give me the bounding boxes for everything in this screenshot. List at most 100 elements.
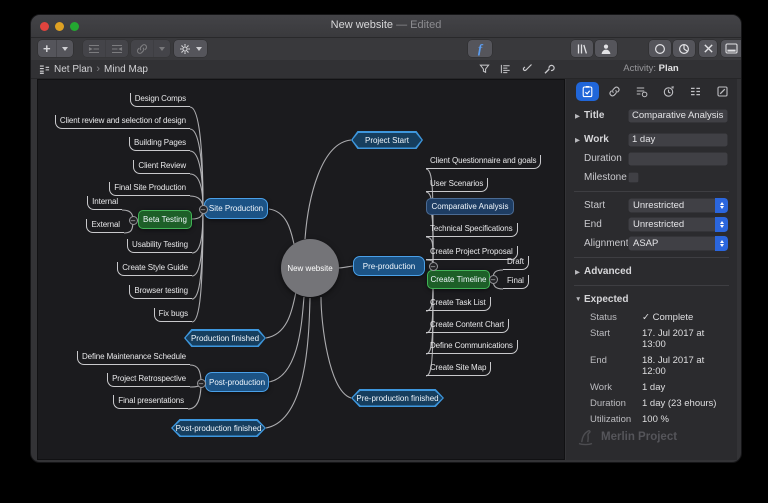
mindmap-leaf[interactable]: Internal xyxy=(87,196,122,210)
filter-funnel-icon[interactable] xyxy=(479,63,490,75)
minimize-window-button[interactable] xyxy=(55,22,64,31)
work-input[interactable]: 1 day xyxy=(628,133,728,147)
duration-input[interactable] xyxy=(628,152,728,166)
paintbrush-icon[interactable] xyxy=(521,63,533,75)
tab-resources[interactable] xyxy=(630,82,653,101)
utilities-button[interactable] xyxy=(698,40,719,57)
mindmap-node-production-finished[interactable]: Production finished xyxy=(184,329,266,347)
link-icon xyxy=(136,43,148,55)
expected-section-label: Expected xyxy=(584,294,628,305)
mindmap-leaf[interactable]: Browser testing xyxy=(129,285,192,299)
app-window: New website — Edited + xyxy=(30,14,742,463)
zoom-window-button[interactable] xyxy=(70,22,79,31)
mindmap-leaf[interactable]: Final xyxy=(503,275,529,289)
mindmap-leaf[interactable]: Draft xyxy=(503,256,529,270)
mindmap-leaf[interactable]: Usability Testing xyxy=(127,239,192,253)
mindmap-node-post-production-finished[interactable]: Post-production finished xyxy=(171,419,266,437)
mindmap-node-create-timeline[interactable]: Create Timeline xyxy=(427,270,490,289)
indent-button[interactable] xyxy=(83,40,105,57)
mindmap-leaf[interactable]: External xyxy=(86,219,124,233)
link-button[interactable] xyxy=(131,40,153,57)
work-disclosure[interactable]: ▶ xyxy=(575,136,584,144)
toggle-right-panel-button[interactable] xyxy=(741,40,742,57)
mindmap-center-node[interactable]: New website xyxy=(281,239,339,297)
mindmap-node-project-start[interactable]: Project Start xyxy=(351,131,423,149)
sync-button[interactable] xyxy=(649,40,671,57)
collapse-button[interactable]: – xyxy=(129,216,138,225)
mindmap-leaf[interactable]: Create Site Map xyxy=(426,362,491,376)
mindmap-node-comparative-analysis[interactable]: Comparative Analysis xyxy=(426,198,514,215)
expected-row-label: Work xyxy=(590,382,642,393)
add-menu-button[interactable] xyxy=(57,40,73,57)
mindmap-leaf[interactable]: Create Style Guide xyxy=(117,262,192,276)
settings-button[interactable] xyxy=(174,40,196,57)
duration-label: Duration xyxy=(584,153,628,164)
tab-columns[interactable] xyxy=(684,82,707,101)
collapse-button[interactable]: – xyxy=(489,275,498,284)
breadcrumb-root[interactable]: Net Plan xyxy=(54,64,92,75)
mindmap-node-pre-production-finished[interactable]: Pre-production finished xyxy=(351,389,444,407)
expected-row-label: Utilization xyxy=(590,414,642,425)
expected-row-label: Start xyxy=(590,328,642,350)
mindmap-canvas[interactable]: Design Comps Client review and selection … xyxy=(37,79,565,460)
expected-row-label: Duration xyxy=(590,398,642,409)
mindmap-node-beta-testing[interactable]: Beta Testing xyxy=(138,210,192,229)
mindmap-leaf[interactable]: Create Task List xyxy=(426,297,491,311)
mindmap-leaf[interactable]: Define Communications xyxy=(426,340,518,354)
mindmap-node-post-production[interactable]: Post-production xyxy=(205,372,269,392)
start-select[interactable]: Unrestricted xyxy=(628,198,728,213)
milestone-checkbox[interactable] xyxy=(628,172,639,183)
library-button[interactable] xyxy=(571,40,593,57)
title-input[interactable]: Comparative Analysis xyxy=(628,109,728,123)
tab-attachments[interactable] xyxy=(603,82,626,101)
expected-row: Status✓ Complete xyxy=(566,312,737,323)
title-label: Title xyxy=(584,110,628,121)
tab-time[interactable] xyxy=(657,82,680,101)
mindmap-leaf[interactable]: Create Content Chart xyxy=(426,319,509,333)
breadcrumb-current[interactable]: Mind Map xyxy=(104,64,148,75)
main-content: Design Comps Client review and selection … xyxy=(31,79,741,463)
collapse-button[interactable]: – xyxy=(197,379,206,388)
close-window-button[interactable] xyxy=(40,22,49,31)
mindmap-leaf[interactable]: Project Retrospective xyxy=(107,373,190,387)
end-select[interactable]: Unrestricted xyxy=(628,217,728,232)
mindmap-leaf[interactable]: Final presentations xyxy=(113,395,188,409)
title-disclosure[interactable]: ▶ xyxy=(575,112,584,120)
tab-info[interactable] xyxy=(576,82,599,101)
mindmap-leaf[interactable]: Technical Specifications xyxy=(426,223,518,237)
mindmap-leaf[interactable]: Define Maintenance Schedule xyxy=(77,351,190,365)
tab-style[interactable] xyxy=(711,82,734,101)
mindmap-leaf[interactable]: Design Comps xyxy=(130,93,190,107)
styles-button[interactable]: f xyxy=(473,40,487,57)
collapse-button[interactable]: – xyxy=(429,262,438,271)
branding: Merlin Project xyxy=(576,428,677,446)
toggle-bottom-panel-button[interactable] xyxy=(721,40,741,57)
mindmap-node-pre-production[interactable]: Pre-production xyxy=(353,256,425,276)
add-button[interactable]: + xyxy=(38,40,56,57)
clipboard-check-icon xyxy=(581,85,594,98)
mindmap-node-site-production[interactable]: Site Production xyxy=(204,198,268,219)
mindmap-leaf[interactable]: Building Pages xyxy=(129,137,190,151)
mindmap-leaf[interactable]: Final Site Production xyxy=(109,182,190,196)
link-menu-button[interactable] xyxy=(154,40,170,57)
wrench-icon[interactable] xyxy=(543,63,555,75)
stepper-icon xyxy=(715,198,728,213)
mindmap-leaf[interactable]: Fix bugs xyxy=(154,308,192,322)
mindmap-leaf[interactable]: Client Review xyxy=(133,160,190,174)
divider xyxy=(574,285,729,286)
mindmap-leaf[interactable]: Client Questionnaire and goals xyxy=(426,155,541,169)
mindmap-leaf[interactable]: User Scenarios xyxy=(426,178,488,192)
outline-list-icon[interactable] xyxy=(500,63,511,75)
advanced-disclosure[interactable]: ▶ xyxy=(575,268,584,276)
indent-icon xyxy=(88,43,100,55)
collapse-button[interactable]: – xyxy=(199,205,208,214)
activity-value: Plan xyxy=(659,63,679,74)
outdent-button[interactable] xyxy=(106,40,128,57)
expected-disclosure[interactable]: ▼ xyxy=(575,296,584,303)
mindmap-leaf[interactable]: Client review and selection of design xyxy=(55,115,190,129)
alignment-select[interactable]: ASAP xyxy=(628,236,728,251)
resources-button[interactable] xyxy=(595,40,617,57)
breadcrumb[interactable]: Net Plan › Mind Map xyxy=(39,60,148,78)
reports-button[interactable] xyxy=(673,40,695,57)
settings-menu-button[interactable] xyxy=(196,40,207,57)
